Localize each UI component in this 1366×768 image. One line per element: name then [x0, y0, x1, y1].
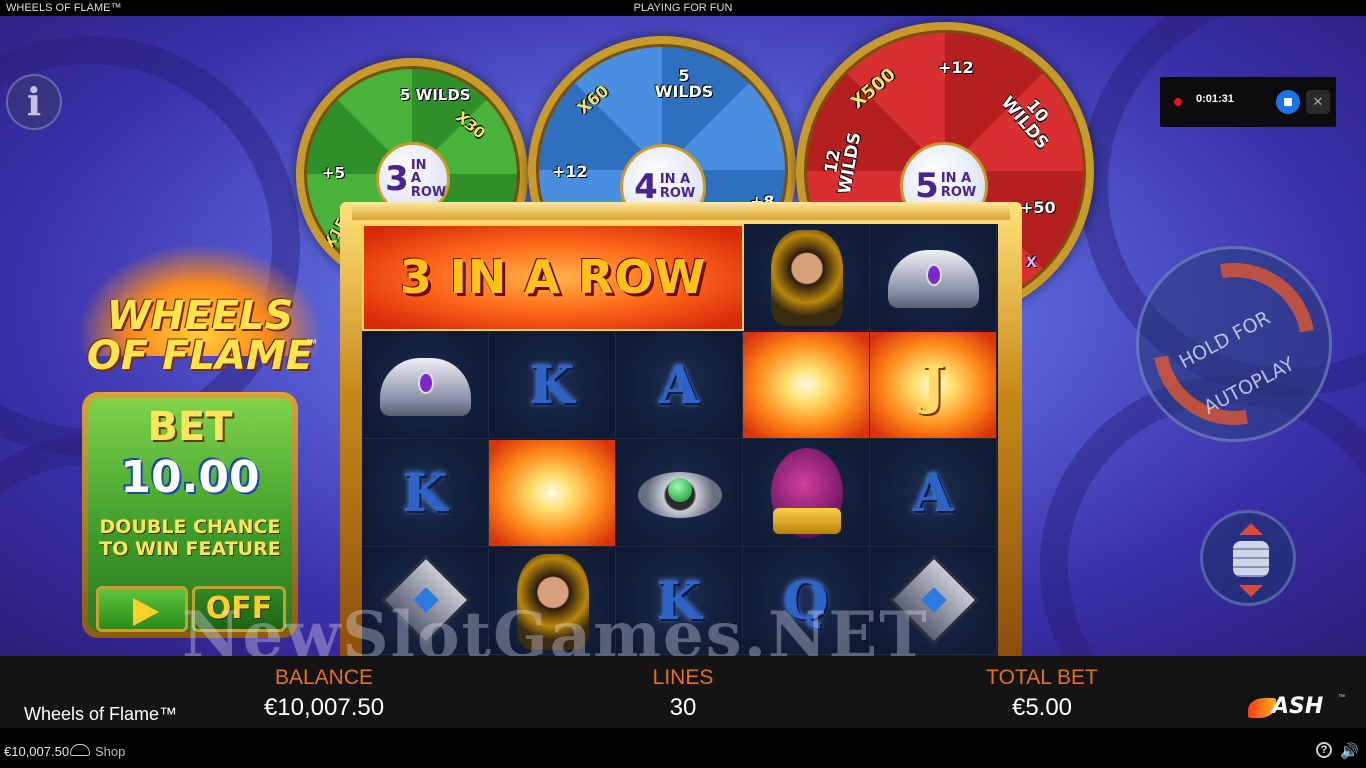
provider-name: ASH	[1272, 694, 1324, 719]
shop-link[interactable]: Shop	[95, 744, 125, 759]
reel-cell: A	[870, 440, 997, 547]
reel-cell: A	[616, 332, 743, 439]
game-name: Wheels of Flame™	[24, 704, 178, 724]
wheel-segment: 5 WILDS	[654, 66, 714, 101]
reel-cell: J	[870, 332, 997, 439]
recording-dot-icon	[1174, 98, 1182, 106]
play-icon	[133, 598, 159, 626]
status-bar: €10,007.50 Shop ? 🔊	[0, 728, 1366, 768]
reel-cell	[489, 440, 616, 547]
increase-arrow-icon	[1239, 523, 1263, 535]
total-bet-value: €5.00	[1011, 694, 1073, 721]
logo-trademark: ™	[306, 338, 317, 350]
double-chance-description: DOUBLE CHANCE TO WIN FEATURE	[99, 516, 281, 560]
mic-off-icon[interactable]: ✕	[1306, 90, 1330, 114]
provider-logo: ASH ™	[1248, 694, 1348, 722]
hub-label: IN A ROW	[940, 171, 977, 200]
stop-icon[interactable]	[1276, 90, 1300, 114]
wheel-segment: 12 WILDS	[821, 130, 866, 196]
reel-cell	[870, 224, 997, 331]
coin-stack-icon	[1233, 541, 1269, 577]
lines-label: LINES	[652, 666, 714, 689]
reel-frame: QKAKJAK 3 IN A ROW	[340, 202, 1022, 656]
window-title-bar: WHEELS OF FLAME™ PLAYING FOR FUN	[0, 0, 1366, 16]
shop-icon[interactable]	[70, 744, 90, 756]
reel-cell	[743, 332, 870, 439]
double-chance-toggle-button[interactable]	[96, 586, 188, 632]
play-mode-label: PLAYING FOR FUN	[633, 2, 733, 14]
symbol-letter: J	[920, 355, 946, 416]
symbol-letter: K	[402, 463, 448, 524]
game-logo: WHEELS OF FLAME ™	[80, 246, 320, 396]
bet-stake-button[interactable]	[1200, 510, 1296, 606]
reel-cell	[743, 224, 870, 331]
wheel-segment: X60	[573, 81, 613, 119]
crown-icon	[888, 250, 979, 308]
symbol-letter: A	[658, 355, 700, 416]
crown-icon	[380, 358, 471, 416]
double-chance-panel-body: BET 10.00 DOUBLE CHANCE TO WIN FEATURE O…	[88, 398, 292, 632]
provider-trademark: ™	[1338, 694, 1345, 701]
wheel-segment: +12	[552, 162, 588, 181]
info-icon[interactable]: i	[6, 74, 62, 130]
game-stage: i 5 WILDS X30 +5 X15 3 IN A ROW X60 5 WIL…	[0, 16, 1366, 656]
reel-cell: K	[362, 440, 489, 547]
sound-icon[interactable]: 🔊	[1340, 742, 1359, 760]
wheel-segment: 5 WILDS	[400, 86, 471, 104]
screen-recorder-widget: 0:01:31 ✕	[1160, 77, 1336, 127]
hub-label: IN A ROW	[659, 172, 696, 201]
recording-time: 0:01:31	[1196, 93, 1234, 105]
wheel-segment: X30	[452, 107, 489, 143]
balance-value: €10,007.50	[263, 694, 385, 721]
reel-frame-top-bar	[352, 202, 1010, 220]
decrease-arrow-icon	[1239, 585, 1263, 597]
reel-cell	[362, 332, 489, 439]
status-balance: €10,007.50	[4, 744, 70, 759]
wheel-segment: +5	[322, 164, 346, 182]
dragon-egg-icon	[771, 448, 843, 538]
reel-cell	[616, 440, 743, 547]
logo-text: WHEELS OF FLAME	[86, 293, 314, 379]
wheel-segment: X	[1026, 255, 1037, 271]
wheel-segment: +12	[938, 58, 974, 77]
bet-title: BET	[147, 404, 233, 450]
help-icon[interactable]: ?	[1316, 742, 1332, 758]
reel-cell	[743, 440, 870, 547]
spin-button[interactable]: HOLD FOR AUTOPLAY	[1121, 231, 1347, 457]
total-bet-label: TOTAL BET	[986, 666, 1098, 689]
hub-label: IN A ROW	[410, 157, 447, 200]
bet-value: 10.00	[120, 452, 260, 503]
balance-label: BALANCE	[274, 666, 374, 689]
win-banner-text: 3 IN A ROW	[399, 250, 707, 304]
wheel-segment: 10 WILDS	[996, 92, 1053, 154]
game-info-bar: Wheels of Flame™ BALANCE €10,007.50 LINE…	[0, 656, 1366, 728]
symbol-letter: A	[912, 463, 954, 524]
watermark: NewSlotGames.NET	[182, 598, 929, 656]
lines-value: 30	[669, 694, 697, 721]
reel-cell: K	[489, 332, 616, 439]
symbol-letter: K	[529, 355, 575, 416]
win-banner: 3 IN A ROW	[362, 224, 744, 331]
reel-grid: QKAKJAK 3 IN A ROW	[362, 224, 998, 656]
wheel-segment: X500	[846, 64, 900, 114]
ring-icon	[638, 472, 722, 518]
queen-icon	[771, 230, 843, 326]
wheel-segment: +50	[1020, 198, 1056, 217]
